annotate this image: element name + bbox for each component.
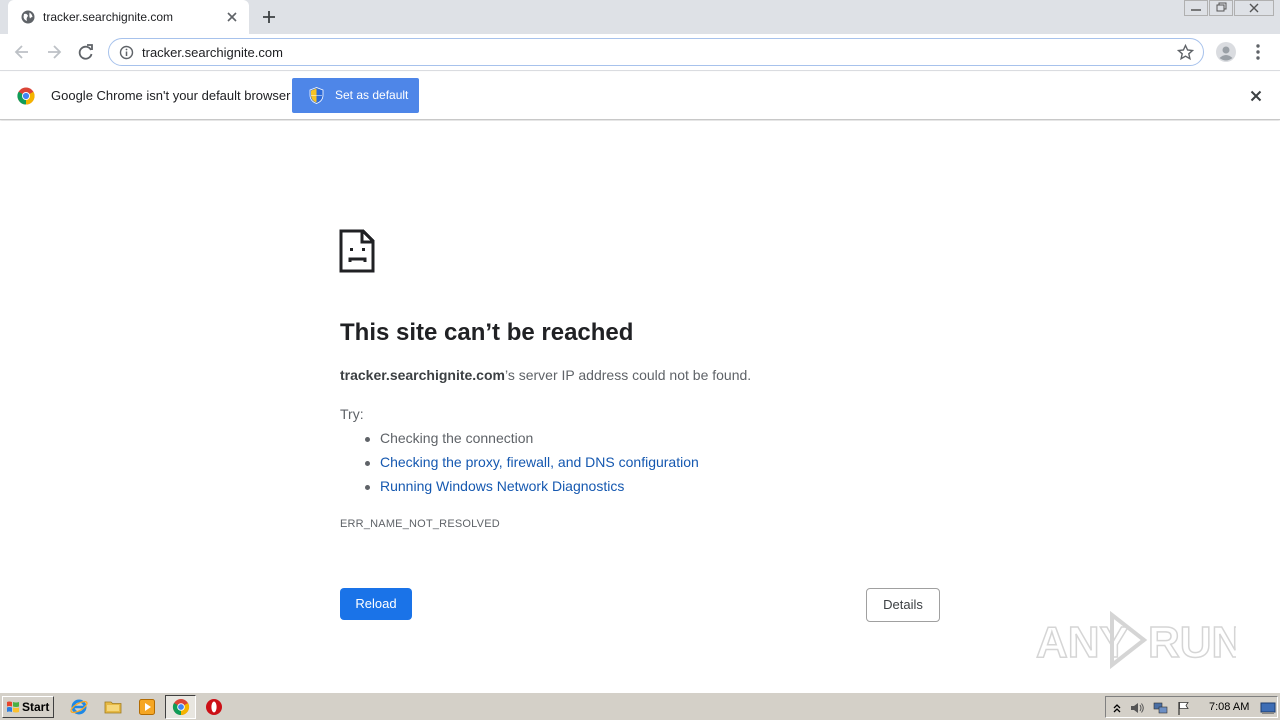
taskbar-chrome-button[interactable] xyxy=(165,695,196,719)
restore-icon[interactable] xyxy=(1209,0,1233,16)
reload-button[interactable]: Reload xyxy=(340,588,412,620)
chrome-logo-icon xyxy=(17,87,35,105)
chrome-icon xyxy=(172,699,190,716)
error-page: This site can’t be reached tracker.searc… xyxy=(0,121,1280,692)
browser-window: tracker.searchignite.com tracker.searchi… xyxy=(0,0,1280,720)
reload-icon[interactable] xyxy=(76,42,96,62)
infobar-message: Google Chrome isn't your default browser xyxy=(51,88,291,103)
details-button[interactable]: Details xyxy=(866,588,940,622)
toolbar: tracker.searchignite.com xyxy=(0,34,1280,71)
opera-icon[interactable] xyxy=(205,698,223,716)
chevron-up-icon[interactable] xyxy=(1109,700,1125,716)
media-player-icon[interactable] xyxy=(138,698,156,716)
forward-arrow-icon[interactable] xyxy=(44,42,64,62)
error-summary-text: ’s server IP address could not be found. xyxy=(504,367,752,383)
tab-title: tracker.searchignite.com xyxy=(43,10,174,24)
profile-avatar-icon[interactable] xyxy=(1216,42,1236,62)
kebab-menu-icon[interactable] xyxy=(1250,42,1266,62)
url-text[interactable]: tracker.searchignite.com xyxy=(142,45,283,60)
close-window-icon[interactable] xyxy=(1234,0,1274,16)
globe-icon xyxy=(21,10,35,24)
svg-text:RUN: RUN xyxy=(1148,618,1236,667)
system-tray: 7:08 AM xyxy=(1105,696,1278,718)
desktop-icon[interactable] xyxy=(1260,700,1276,716)
anyrun-watermark-logo: ANY RUN xyxy=(1036,610,1236,670)
tab-strip: tracker.searchignite.com xyxy=(0,0,1280,34)
error-summary: tracker.searchignite.com’s server IP add… xyxy=(340,367,751,383)
error-code: ERR_NAME_NOT_RESOLVED xyxy=(340,518,500,530)
info-icon[interactable] xyxy=(119,45,134,60)
tab-active[interactable]: tracker.searchignite.com xyxy=(8,0,249,34)
flag-icon[interactable] xyxy=(1176,700,1192,716)
start-label: Start xyxy=(22,700,50,714)
set-as-default-label: Set as default xyxy=(335,88,409,102)
new-tab-icon[interactable] xyxy=(260,8,278,26)
svg-text:ANY: ANY xyxy=(1036,618,1129,667)
close-tab-icon[interactable] xyxy=(224,9,240,25)
address-bar[interactable]: tracker.searchignite.com xyxy=(108,38,1204,66)
uac-shield-icon xyxy=(309,87,324,104)
folder-icon[interactable] xyxy=(104,698,122,716)
set-as-default-button[interactable]: Set as default xyxy=(292,78,419,113)
back-arrow-icon[interactable] xyxy=(12,42,32,62)
close-infobar-icon[interactable] xyxy=(1248,88,1264,104)
internet-explorer-icon[interactable] xyxy=(70,698,88,716)
suggestions-list: Checking the connection Checking the pro… xyxy=(365,430,699,502)
suggestion-check-connection: Checking the connection xyxy=(365,430,699,454)
error-heading: This site can’t be reached xyxy=(340,319,634,346)
bookmark-star-icon[interactable] xyxy=(1177,44,1194,61)
error-host: tracker.searchignite.com xyxy=(340,367,505,383)
start-button[interactable]: Start xyxy=(2,696,54,718)
default-browser-infobar: Google Chrome isn't your default browser… xyxy=(0,72,1280,120)
try-label: Try: xyxy=(340,406,364,422)
suggestion-network-diagnostics-link[interactable]: Running Windows Network Diagnostics xyxy=(365,478,699,502)
windows-logo-icon xyxy=(7,701,19,713)
network-icon[interactable] xyxy=(1153,700,1169,716)
volume-icon[interactable] xyxy=(1129,700,1145,716)
taskbar: Start 7:08 AM xyxy=(0,692,1280,720)
sad-document-icon xyxy=(339,229,375,273)
taskbar-clock: 7:08 AM xyxy=(1209,701,1250,713)
minimize-icon[interactable] xyxy=(1184,0,1208,16)
suggestion-check-proxy-link[interactable]: Checking the proxy, firewall, and DNS co… xyxy=(365,454,699,478)
